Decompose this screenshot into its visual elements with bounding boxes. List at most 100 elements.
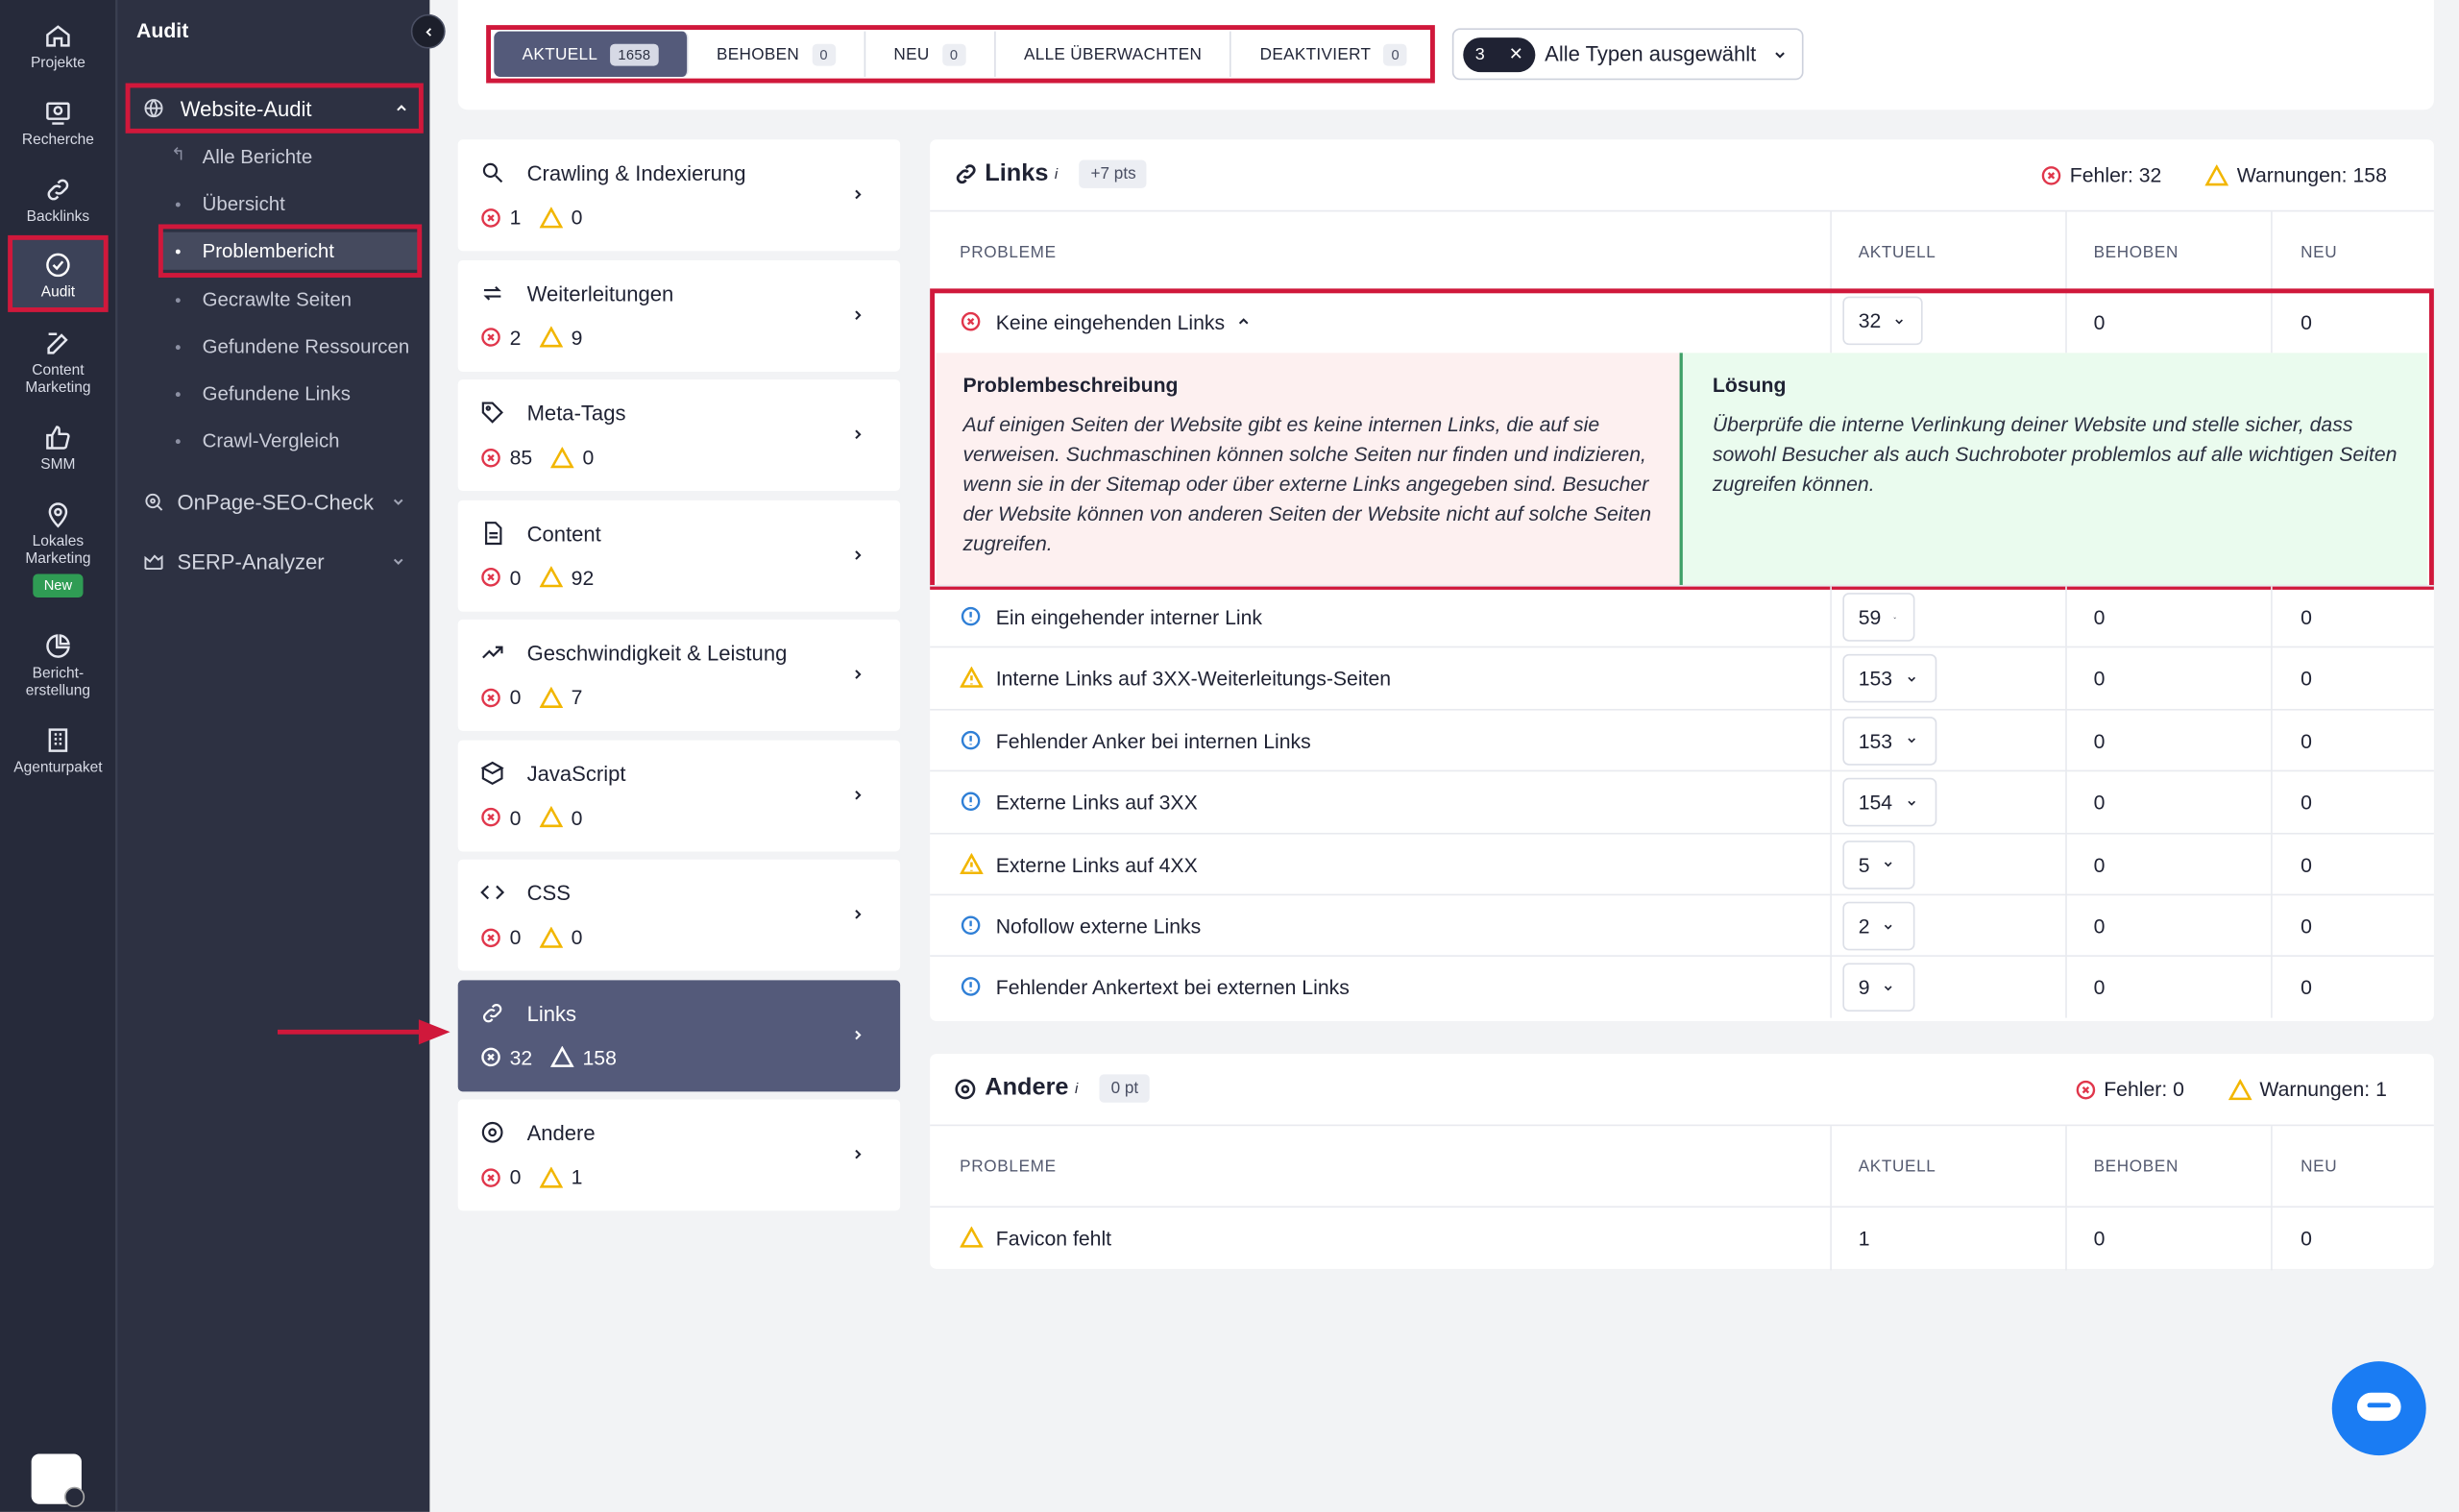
rail-lokales-marketing[interactable]: Lokales Marketing New <box>0 500 116 598</box>
map-pin-icon <box>48 502 68 528</box>
rail-backlinks[interactable]: Backlinks <box>0 176 116 226</box>
current-count-dropdown[interactable]: 5 <box>1842 840 1915 890</box>
rail-berichterstellung[interactable]: Bericht-erstellung <box>0 632 116 699</box>
new-count: 0 <box>2301 728 2312 753</box>
sidebar-sub-label: Crawl-Vergleich <box>202 429 340 452</box>
sidebar-sub-label: Gefundene Ressourcen <box>202 335 410 358</box>
error-icon <box>481 568 500 587</box>
category-name: CSS <box>526 881 571 906</box>
category-error-count: 85 <box>509 445 533 470</box>
category-stats: 32 158 <box>480 1045 636 1069</box>
current-count-dropdown[interactable]: 9 <box>1842 963 1915 1012</box>
current-count-dropdown[interactable]: 59 <box>1842 593 1915 642</box>
collapse-sidebar-button[interactable] <box>410 13 446 49</box>
category-card[interactable]: CSS 0 0 <box>457 859 901 971</box>
category-card[interactable]: Content 0 92 <box>457 499 901 611</box>
category-error-count: 32 <box>509 1045 533 1069</box>
icon-rail: Projekte Recherche Backlinks Audit Conte… <box>0 0 116 1512</box>
error-icon <box>481 207 500 227</box>
type-filter-select[interactable]: 3 ✕ Alle Typen ausgewählt <box>1451 28 1804 81</box>
home-icon <box>46 25 70 47</box>
column-divider <box>1830 710 1832 771</box>
table-row[interactable]: Nofollow externe Links 2 0 0 <box>930 893 2434 957</box>
table-row[interactable]: Fehlender Ankertext bei externen Links 9 0… <box>930 955 2434 1019</box>
category-card[interactable]: Geschwindigkeit & Leistung 0 7 <box>457 619 901 731</box>
document-icon <box>485 521 502 545</box>
table-row[interactable]: Interne Links auf 3XX-Weiterleitungs-Sei… <box>930 646 2434 710</box>
type-count: 3 <box>1474 44 1485 64</box>
category-name: Geschwindigkeit & Leistung <box>526 641 788 666</box>
sidebar-item-label: SERP-Analyzer <box>177 549 325 573</box>
column-divider <box>2271 895 2273 957</box>
table-row[interactable]: Externe Links auf 4XX 5 0 0 <box>930 832 2434 895</box>
column-divider <box>2065 771 2067 834</box>
bullet-icon <box>175 345 181 351</box>
problem-label: Externe Links auf 4XX <box>995 852 1198 876</box>
current-count-dropdown[interactable]: 153 <box>1842 716 1937 766</box>
chevron-down-icon <box>393 499 403 505</box>
column-divider <box>1830 211 1832 291</box>
rail-recherche[interactable]: Recherche <box>0 99 116 149</box>
warning-icon <box>540 806 564 828</box>
problem-label: Ein eingehender interner Link <box>995 605 1263 629</box>
settings-gear-icon[interactable] <box>63 1486 85 1507</box>
highlight-tabs <box>486 25 1435 84</box>
sidebar-sub-gefundene-ressourcen[interactable]: Gefundene Ressourcen <box>158 328 422 365</box>
category-warning-count: 158 <box>582 1045 617 1069</box>
category-card[interactable]: Andere 0 1 <box>457 1099 901 1211</box>
current-count-dropdown[interactable]: 154 <box>1842 778 1937 827</box>
type-count-chip[interactable]: 3 ✕ <box>1463 37 1536 72</box>
column-header: NEU <box>2301 243 2338 262</box>
chat-button[interactable] <box>2331 1361 2426 1456</box>
rail-agenturpaket[interactable]: Agenturpaket <box>0 726 116 776</box>
sidebar-item-serp[interactable]: SERP-Analyzer <box>117 543 431 580</box>
sidebar-sub-gecrawlte-seiten[interactable]: Gecrawlte Seiten <box>158 280 422 318</box>
rail-smm[interactable]: SMM <box>0 424 116 474</box>
sidebar-sub-uebersicht[interactable]: Übersicht <box>158 185 422 223</box>
category-stats: 85 0 <box>480 446 613 469</box>
rail-projekte[interactable]: Projekte <box>0 22 116 72</box>
current-count-dropdown[interactable]: 2 <box>1842 901 1915 951</box>
table-row[interactable]: Externe Links auf 3XX 154 0 0 <box>930 769 2434 834</box>
category-name: JavaScript <box>526 761 626 786</box>
category-card[interactable]: Meta-Tags 85 0 <box>457 379 901 492</box>
current-count: 9 <box>1858 976 1870 1000</box>
sidebar-sub-crawl-vergleich[interactable]: Crawl-Vergleich <box>158 422 422 459</box>
column-header: NEU <box>2301 1157 2338 1177</box>
error-count: Fehler: 0 <box>2104 1077 2184 1102</box>
sidebar-sub-alle-berichte[interactable]: ↰ Alle Berichte <box>158 138 422 176</box>
thumbs-up-icon <box>46 426 70 450</box>
category-warning-count: 1 <box>571 1165 583 1189</box>
current-count-dropdown[interactable]: 153 <box>1842 654 1937 704</box>
column-divider <box>2065 647 2067 710</box>
fixed-count: 0 <box>2093 605 2106 629</box>
info-superscript-icon[interactable]: i <box>1075 1081 1078 1096</box>
edit-icon <box>47 332 68 354</box>
new-count: 0 <box>2301 914 2312 939</box>
points-badge: 0 pt <box>1100 1074 1150 1103</box>
rail-label: Projekte <box>30 55 85 73</box>
category-card[interactable]: JavaScript 0 0 <box>457 739 901 851</box>
fixed-count: 0 <box>2093 976 2106 1000</box>
rail-content-marketing[interactable]: Content Marketing <box>0 329 116 397</box>
clear-icon[interactable]: ✕ <box>1509 44 1523 64</box>
column-divider <box>2065 1207 2067 1271</box>
table-row[interactable]: Ein eingehender interner Link 59 0 0 <box>930 584 2434 648</box>
sidebar-item-onpage[interactable]: OnPage-SEO-Check <box>117 483 431 521</box>
category-stats: 00 <box>480 925 601 949</box>
chevron-right-icon <box>855 790 862 799</box>
current-count: 153 <box>1858 728 1893 753</box>
table-row[interactable]: Favicon fehlt 1 0 0 <box>930 1206 2434 1271</box>
category-card[interactable]: Weiterleitungen 2 9 <box>457 259 901 372</box>
column-divider <box>1830 586 1832 648</box>
chevron-down-icon <box>1885 862 1892 867</box>
bullet-icon <box>175 392 181 398</box>
category-card[interactable]: Crawling & Indexierung 1 0 <box>457 139 901 252</box>
column-header: PROBLEME <box>960 1157 1057 1177</box>
info-icon <box>961 730 981 750</box>
info-superscript-icon[interactable]: i <box>1055 166 1058 182</box>
sidebar-sub-gefundene-links[interactable]: Gefundene Links <box>158 375 422 412</box>
table-row[interactable]: Fehlender Anker bei internen Links 153 0 0 <box>930 708 2434 771</box>
category-error-count: 0 <box>509 565 522 590</box>
category-card[interactable]: Links 32 158 <box>457 979 901 1091</box>
